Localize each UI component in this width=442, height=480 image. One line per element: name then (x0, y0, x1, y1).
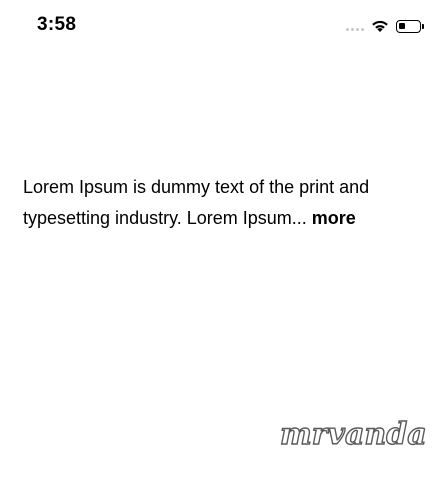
more-link[interactable]: more (312, 208, 356, 228)
signal-dots-icon (346, 21, 364, 31)
watermark-text: mrvandai (280, 417, 426, 452)
status-time: 3:58 (37, 14, 77, 35)
screen: 3:58 Lorem Ipsum is dummy text of the pr… (0, 0, 442, 480)
description-text: Lorem Ipsum is dummy text of the print a… (23, 172, 423, 234)
status-bar: 3:58 (0, 0, 442, 52)
watermark-logo: mrvandai (276, 411, 438, 460)
wifi-icon (372, 20, 388, 32)
battery-icon (396, 19, 424, 33)
status-icons (346, 16, 424, 36)
